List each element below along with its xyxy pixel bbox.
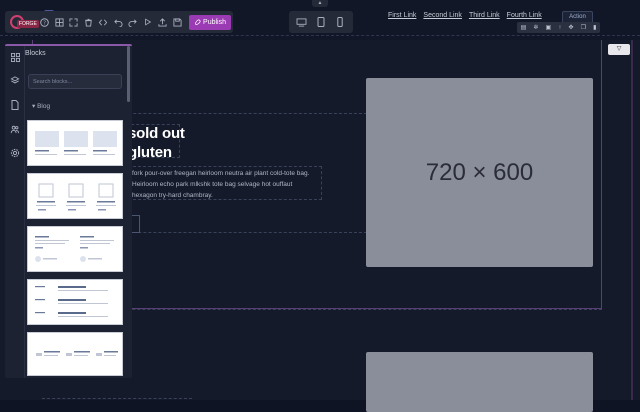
panel-rail — [5, 46, 25, 378]
trash-icon[interactable] — [82, 13, 96, 31]
block-card[interactable] — [27, 332, 123, 376]
arrow-up-icon[interactable]: ↑ — [558, 25, 561, 31]
grid-icon[interactable] — [9, 51, 21, 63]
publish-button[interactable]: Publish — [189, 14, 231, 30]
image-placeholder-label: 720 × 600 — [425, 158, 534, 186]
section-divider — [0, 35, 640, 36]
copy-icon[interactable]: ❐ — [581, 24, 586, 31]
image-placeholder-lower[interactable] — [366, 352, 593, 412]
code-icon[interactable] — [96, 13, 110, 31]
nav-link-second[interactable]: Second Link — [423, 12, 462, 19]
export-icon[interactable] — [156, 13, 170, 31]
preview-icon[interactable] — [141, 13, 155, 31]
block-card[interactable] — [27, 120, 123, 166]
move-icon[interactable]: ✥ — [568, 24, 573, 31]
help-icon[interactable]: ? — [37, 13, 51, 31]
desktop-icon[interactable] — [294, 14, 310, 30]
page-icon[interactable] — [9, 99, 21, 111]
hero-description[interactable]: fork pour-over freegan heirloom neutra a… — [128, 166, 322, 200]
fullscreen-icon[interactable] — [67, 13, 81, 31]
page-icon[interactable]: ▤ — [521, 24, 527, 31]
top-toolbar: FORGE ? Publish ▲ First Link Second Link… — [0, 0, 640, 40]
category-blog[interactable]: ▾ Blog — [32, 102, 50, 110]
panel-title: Blocks — [25, 50, 46, 57]
editor-canvas: sold out gluten fork pour-over freegan h… — [0, 0, 640, 412]
nav-link-first[interactable]: First Link — [388, 12, 416, 19]
mobile-icon[interactable] — [332, 14, 348, 30]
collapse-toolbar-icon[interactable]: ▲ — [312, 0, 328, 7]
delete-icon[interactable]: ▮ — [593, 24, 596, 31]
editor-actions: FORGE ? Publish — [5, 11, 233, 33]
blocks-panel: Blocks Search blocks... ▾ Blog — [5, 44, 132, 378]
nav-link-third[interactable]: Third Link — [469, 12, 500, 19]
block-card[interactable] — [27, 173, 123, 219]
publish-label: Publish — [203, 18, 226, 26]
collapse-chevron-button[interactable]: ▽ — [608, 44, 630, 55]
gear-icon[interactable] — [9, 147, 21, 159]
category-label: Blog — [37, 103, 51, 110]
redo-icon[interactable] — [126, 13, 140, 31]
device-switcher — [289, 11, 353, 33]
heading-outline — [126, 124, 180, 158]
people-icon[interactable] — [9, 123, 21, 135]
app-logo: FORGE — [7, 13, 39, 31]
hero-heading[interactable]: sold out gluten — [126, 124, 185, 162]
rocket-icon — [195, 18, 201, 25]
tablet-icon[interactable] — [313, 14, 329, 30]
block-card[interactable] — [27, 226, 123, 272]
panel-scrollbar[interactable] — [127, 46, 130, 102]
save-icon[interactable] — [170, 13, 184, 31]
search-blocks-input[interactable]: Search blocks... — [28, 74, 122, 89]
site-nav: First Link Second Link Third Link Fourth… — [388, 12, 542, 19]
svg-text:?: ? — [43, 20, 46, 26]
image-placeholder[interactable]: 720 × 600 — [366, 78, 593, 267]
nav-link-fourth[interactable]: Fourth Link — [507, 12, 542, 19]
logo-tag: FORGE — [17, 20, 39, 28]
undo-icon[interactable] — [111, 13, 125, 31]
block-card[interactable] — [27, 279, 123, 325]
gear-icon[interactable]: ✲ — [533, 24, 538, 31]
element-toolbar: ▤ ✲ ▣ ↑ ✥ ❐ ▮ — [517, 22, 600, 33]
canvas-edge — [631, 36, 633, 400]
settings-icon[interactable]: ▣ — [546, 24, 552, 31]
section-divider — [42, 398, 192, 399]
grid-view-icon[interactable] — [52, 13, 66, 31]
layers-icon[interactable] — [9, 74, 21, 86]
